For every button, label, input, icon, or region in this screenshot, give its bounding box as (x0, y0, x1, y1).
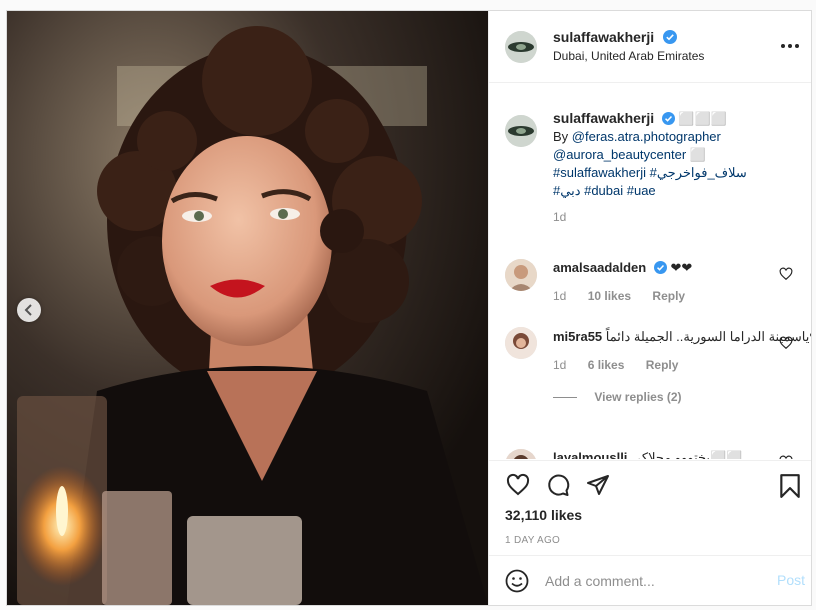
comment-text: ❤❤ (670, 260, 693, 275)
hashtags-line-2[interactable]: #دبي #dubai #uae (553, 183, 656, 198)
caption-time: 1d (553, 210, 567, 224)
comment-text: يختووو محلاكي⬜⬜ (631, 450, 743, 459)
avatar-image (505, 449, 537, 459)
post-caption: sulaffawakherji ⬜⬜⬜ By @feras.atra.photo… (553, 109, 811, 226)
comment-item: mi5ra55 ياسمينة الدراما السورية.. الجميل… (553, 328, 811, 406)
comments-list[interactable]: sulaffawakherji ⬜⬜⬜ By @feras.atra.photo… (489, 83, 811, 459)
comment-username[interactable]: mi5ra55 (553, 329, 602, 344)
comment-icon[interactable] (545, 473, 571, 497)
comment-time: 1d (553, 358, 567, 372)
comment-likes[interactable]: 10 likes (588, 289, 631, 303)
comment-input[interactable] (543, 572, 767, 590)
author-avatar[interactable] (505, 31, 537, 63)
post-header: sulaffawakherji Dubai, United Arab Emira… (489, 11, 811, 83)
avatar-image (505, 259, 537, 291)
more-icon (781, 44, 799, 48)
more-options-button[interactable] (779, 39, 801, 53)
mention-photographer[interactable]: @feras.atra.photographer (572, 129, 721, 144)
heart-icon[interactable] (505, 473, 531, 497)
comment-item: layalmouslli يختووو محلاكي⬜⬜ (553, 449, 811, 459)
reply-button[interactable]: Reply (652, 289, 685, 303)
post-location[interactable]: Dubai, United Arab Emirates (553, 49, 704, 63)
caption-avatar[interactable] (505, 115, 537, 147)
comment-item: amalsaadalden ❤❤ 1d 10 likes Reply (553, 259, 811, 305)
author-username[interactable]: sulaffawakherji (553, 29, 654, 45)
post-photo[interactable] (7, 11, 488, 605)
post-time-ago: 1 DAY AGO (505, 535, 561, 546)
comment-avatar[interactable] (505, 327, 537, 359)
avatar-image (505, 327, 537, 359)
comment-username[interactable]: amalsaadalden (553, 260, 646, 275)
photo-image (7, 11, 488, 605)
share-icon[interactable] (585, 473, 611, 497)
caption-trail-emoji: ⬜ (689, 147, 706, 162)
previous-image-button[interactable] (17, 298, 41, 322)
mention-beauty-center[interactable]: @aurora_beautycenter (553, 147, 686, 162)
caption-emoji: ⬜⬜⬜ (678, 111, 727, 126)
reply-button[interactable]: Reply (646, 358, 679, 372)
smile-icon[interactable] (505, 569, 529, 593)
caption-by: By (553, 129, 569, 144)
verified-icon (661, 112, 675, 125)
comment-avatar[interactable] (505, 449, 537, 459)
post-comment-button[interactable]: Post (777, 572, 805, 588)
heart-icon[interactable] (779, 336, 793, 350)
avatar-image (505, 115, 537, 147)
add-comment-bar: Post (489, 555, 811, 606)
likes-count[interactable]: 32,110 likes (505, 507, 582, 523)
hashtags-line-1[interactable]: #sulaffawakherji #سلاف_فواخرجي (553, 165, 747, 180)
view-replies-button[interactable]: View replies (2) (594, 390, 681, 404)
avatar-image (505, 31, 537, 63)
heart-icon[interactable] (779, 455, 793, 459)
comment-avatar[interactable] (505, 259, 537, 291)
caption-username[interactable]: sulaffawakherji (553, 110, 654, 126)
verified-icon (653, 261, 667, 274)
comment-likes[interactable]: 6 likes (588, 358, 625, 372)
replies-divider (553, 397, 577, 399)
chevron-left-icon (24, 304, 32, 316)
post-sidebar: sulaffawakherji Dubai, United Arab Emira… (488, 11, 811, 605)
post-card: sulaffawakherji Dubai, United Arab Emira… (6, 10, 812, 606)
post-actions: 32,110 likes 1 DAY AGO Post (489, 460, 811, 606)
comment-username[interactable]: layalmouslli (553, 450, 627, 459)
comment-time: 1d (553, 289, 567, 303)
verified-icon (662, 30, 677, 44)
heart-icon[interactable] (779, 267, 793, 281)
bookmark-icon[interactable] (779, 473, 801, 499)
